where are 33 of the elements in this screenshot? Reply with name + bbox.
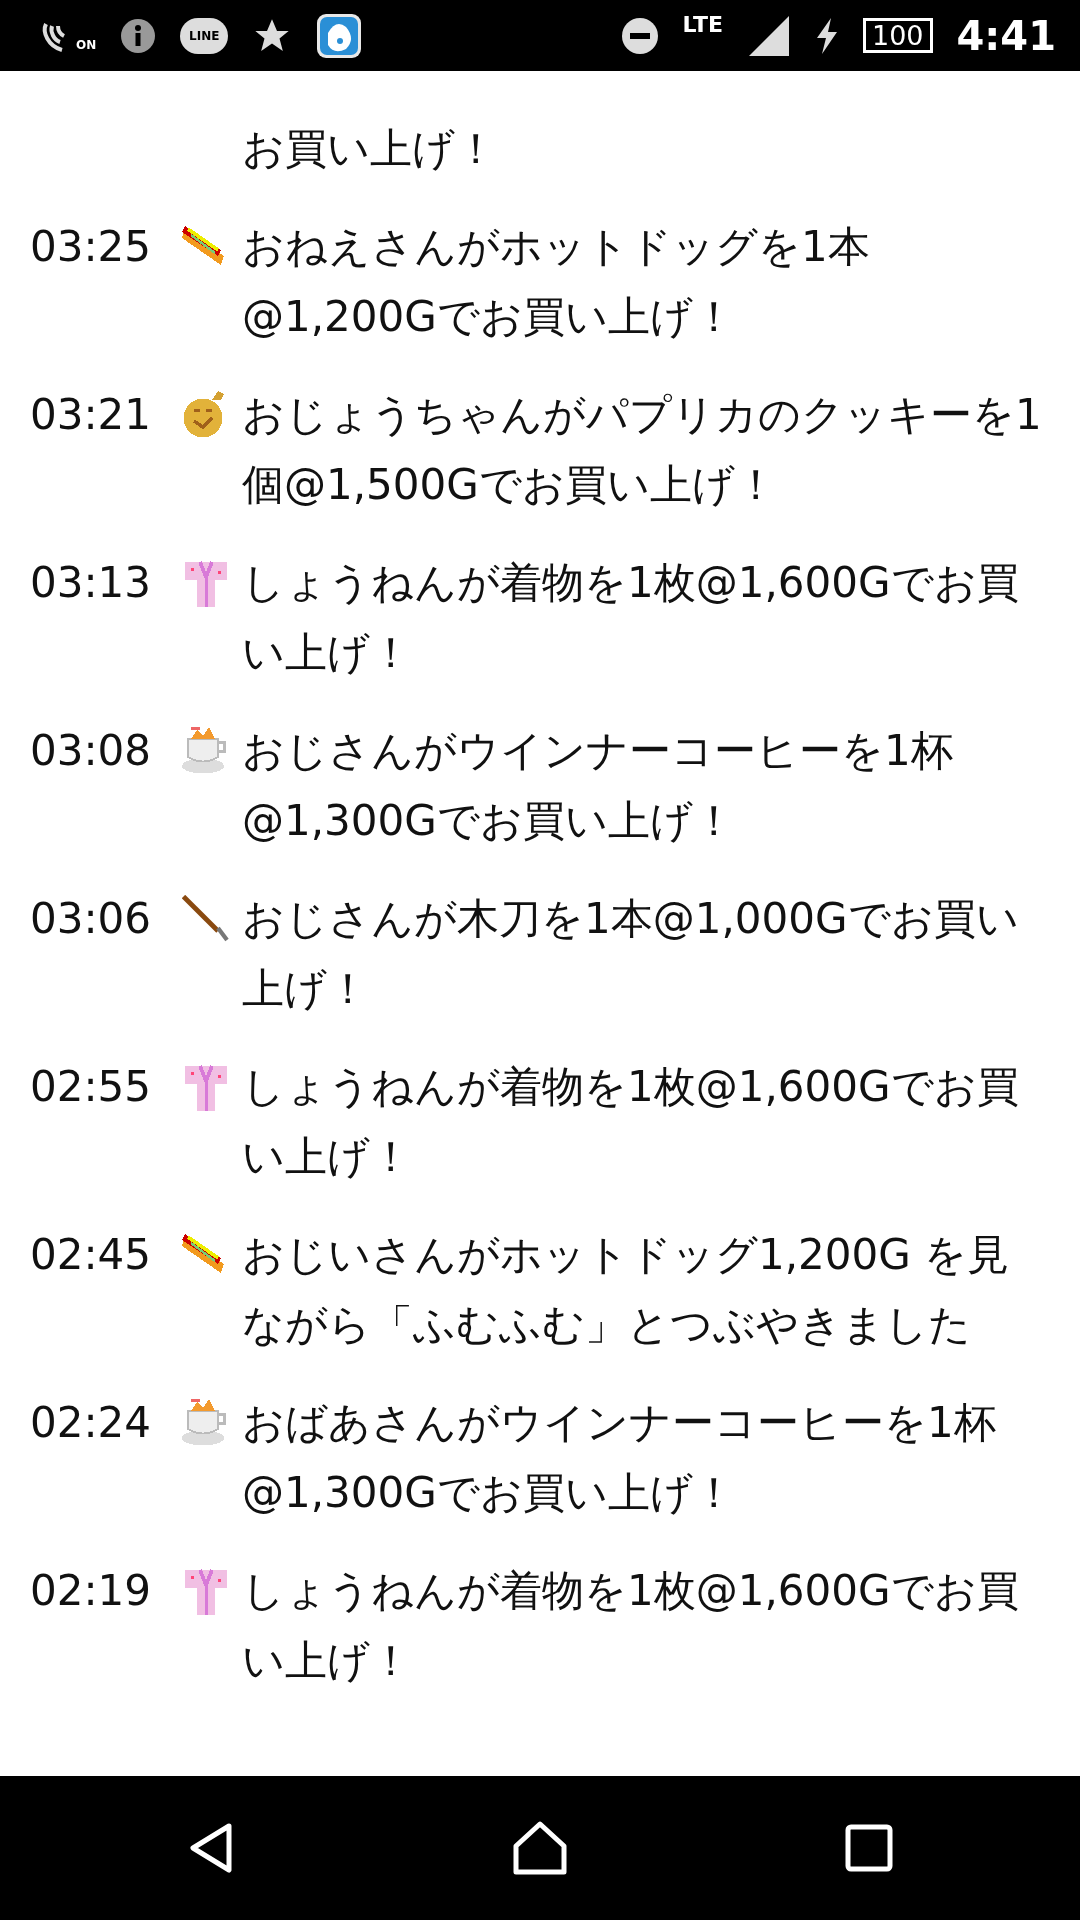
log-time: 02:55 xyxy=(30,1061,153,1113)
log-message: しょうねんが着物を1枚@1,600Gでお買い上げ！ xyxy=(242,557,1020,679)
log-message: おねえさんがホットドッグを1本@1,200Gでお買い上げ！ xyxy=(242,221,871,343)
log-message: おじさんが木刀を1本@1,000Gでお買い上げ！ xyxy=(242,893,1020,1015)
recent-apps-icon[interactable] xyxy=(845,1824,894,1872)
log-message: おじさんがウインナーコーヒーを1杯@1,300Gでお買い上げ！ xyxy=(242,725,954,847)
app-icon xyxy=(316,12,363,59)
sword-icon xyxy=(182,895,230,943)
log-time: 03:08 xyxy=(30,725,153,777)
log-message: しょうねんが着物を1枚@1,600Gでお買い上げ！ xyxy=(242,1061,1020,1183)
clock: 4:41 xyxy=(956,11,1056,61)
info-icon xyxy=(120,17,157,54)
log-message: しょうねんが着物を1枚@1,600Gでお買い上げ！ xyxy=(242,1565,1020,1687)
network-type-label: LTE xyxy=(682,11,723,39)
log-message: おじいさんがホットドッグ1,200G を見ながら「ふむふむ」とつぶやきました xyxy=(242,1229,1011,1351)
log-time: 03:13 xyxy=(30,557,153,609)
log-time: 02:45 xyxy=(30,1229,153,1281)
log-time: 03:25 xyxy=(30,221,153,273)
kimono-icon xyxy=(182,559,230,607)
log-message: おばあさんがウインナーコーヒーを1杯@1,300Gでお買い上げ！ xyxy=(242,1397,997,1519)
log-time: 02:19 xyxy=(30,1565,153,1617)
home-icon[interactable] xyxy=(512,1820,568,1876)
do-not-disturb-icon xyxy=(620,16,659,55)
log-message: おじょうちゃんがパプリカのクッキーを1個@1,500Gでお買い上げ！ xyxy=(242,389,1042,511)
kimono-icon xyxy=(182,1567,230,1615)
line-app-icon: LINE xyxy=(180,17,229,54)
battery-level: 100 xyxy=(862,18,933,53)
log-message: お買い上げ！ xyxy=(242,123,498,175)
log-time: 03:06 xyxy=(30,893,153,945)
log-time: 03:21 xyxy=(30,389,153,441)
kimono-icon xyxy=(182,1063,230,1111)
charging-icon xyxy=(814,17,839,54)
log-time: 02:24 xyxy=(30,1397,153,1449)
